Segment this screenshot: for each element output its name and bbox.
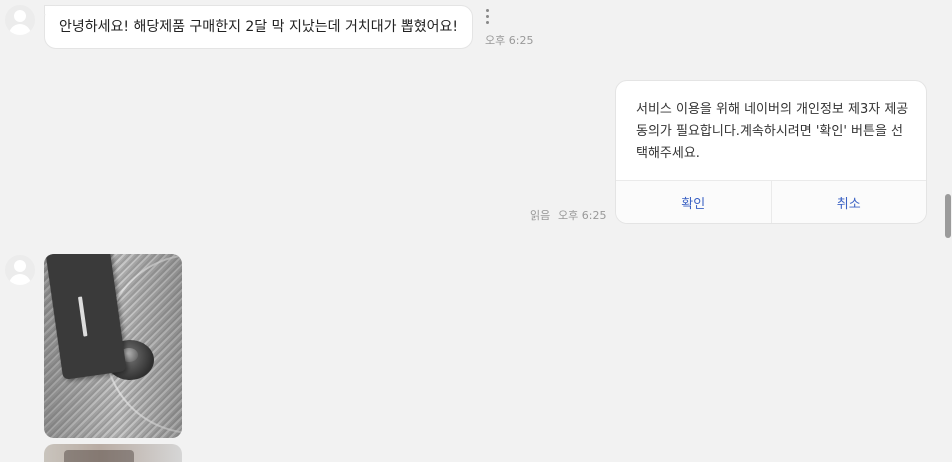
- more-vertical-icon[interactable]: [486, 9, 490, 25]
- consent-card-text: 서비스 이용을 위해 네이버의 개인정보 제3자 제공동의가 필요합니다.계속하…: [636, 102, 909, 161]
- sender-avatar-2: [5, 255, 35, 285]
- scrollbar-thumb[interactable]: [945, 194, 951, 238]
- cancel-button[interactable]: 취소: [770, 181, 927, 223]
- incoming-message-bubble: 안녕하세요! 해당제품 구매한지 2달 막 지났는데 거치대가 뽑혔어요!: [44, 5, 474, 49]
- scrollbar-track[interactable]: [944, 0, 952, 462]
- confirm-button[interactable]: 확인: [616, 181, 771, 223]
- incoming-message-time: 오후 6:25: [485, 34, 534, 47]
- read-receipt: 읽음: [530, 209, 551, 222]
- attached-photo-2[interactable]: [44, 444, 182, 462]
- consent-card-actions: 확인 취소: [616, 180, 926, 223]
- consent-card: 서비스 이용을 위해 네이버의 개인정보 제3자 제공동의가 필요합니다.계속하…: [615, 80, 927, 224]
- sender-avatar: [5, 5, 35, 35]
- attached-photo[interactable]: [44, 254, 182, 438]
- incoming-message-text: 안녕하세요! 해당제품 구매한지 2달 막 지났는데 거치대가 뽑혔어요!: [59, 19, 459, 35]
- outgoing-message-time: 오후 6:25: [558, 209, 607, 222]
